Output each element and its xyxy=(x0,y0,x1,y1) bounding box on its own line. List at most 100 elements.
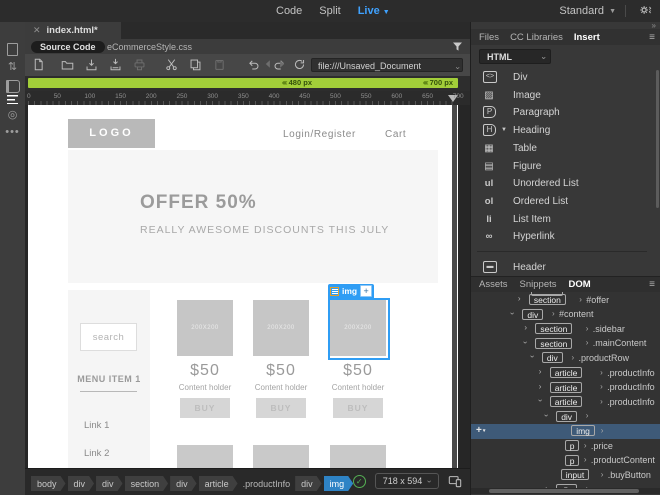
insert-item-heading[interactable]: H ▼ Heading xyxy=(471,123,653,140)
new-document-icon[interactable] xyxy=(32,58,45,71)
panel-menu-icon[interactable]: ≡ xyxy=(649,32,655,43)
insert-item-header[interactable]: ▬ Header xyxy=(471,260,653,277)
dom-node-input-buyButton[interactable]: input › .buyButton xyxy=(471,468,660,483)
scrollbar-thumb[interactable] xyxy=(489,489,639,493)
expand-arrow-icon[interactable]: › xyxy=(524,323,527,332)
sidebar-link-1[interactable]: Link 1 xyxy=(84,420,109,431)
tab-snippets[interactable]: Snippets xyxy=(520,279,557,290)
dom-node-section-mainContent[interactable]: › section › .mainContent xyxy=(471,337,660,352)
cart-link[interactable]: Cart xyxy=(385,129,406,140)
tag-selector-article[interactable]: article xyxy=(199,476,238,491)
insert-item-list-item[interactable]: li List Item xyxy=(471,212,653,229)
code-view-button[interactable]: Code xyxy=(276,5,302,17)
save-all-icon[interactable] xyxy=(109,58,122,71)
live-dropdown-icon[interactable]: ▼ xyxy=(383,9,390,16)
preview-in-device-icon[interactable] xyxy=(448,474,462,488)
tab-assets[interactable]: Assets xyxy=(479,279,508,290)
dom-horizontal-scrollbar[interactable] xyxy=(471,488,660,494)
tab-cc-libraries[interactable]: CC Libraries xyxy=(510,32,563,43)
media-query-track[interactable]: ‹‹‹‹‹‹ 480 px ‹‹‹‹‹‹ 700 px xyxy=(28,78,458,88)
insert-item-paragraph[interactable]: P Paragraph xyxy=(471,105,653,122)
product-image-placeholder[interactable]: 200X200 xyxy=(177,300,233,356)
close-tab-icon[interactable]: ✕ xyxy=(33,25,41,36)
dom-node-article-productInfo[interactable]: › article › .productInfo xyxy=(471,381,660,396)
dom-node-div-content[interactable]: › div › #content xyxy=(471,308,660,323)
buy-button[interactable]: BUY xyxy=(180,398,230,418)
dom-node-img[interactable]: + img › xyxy=(471,424,660,439)
tag-selector-img[interactable]: img xyxy=(324,476,354,491)
dom-node-section-sidebar[interactable]: › section › .sidebar xyxy=(471,322,660,337)
tag-selector-div[interactable]: div xyxy=(295,476,322,491)
dom-node-article-productInfo[interactable]: › article › .productInfo xyxy=(471,395,660,410)
insert-item-ordered-list[interactable]: ol Ordered List xyxy=(471,194,653,211)
insert-item-image[interactable]: ▨ Image xyxy=(471,88,653,105)
tag-selector-section[interactable]: section xyxy=(125,476,169,491)
source-code-button[interactable]: Source Code xyxy=(31,40,105,53)
url-field[interactable]: file:///Unsaved_Document › xyxy=(311,57,465,72)
collapse-arrow-icon[interactable]: › xyxy=(508,312,517,315)
product-image-placeholder[interactable]: 200X200 xyxy=(330,300,386,356)
tag-selector-div[interactable]: div xyxy=(170,476,197,491)
customize-toolbar-icon[interactable]: ••• xyxy=(0,126,25,138)
insert-item-table[interactable]: ▦ Table xyxy=(471,141,653,158)
refresh-icon[interactable] xyxy=(293,58,306,71)
split-view-button[interactable]: Split xyxy=(319,5,340,17)
expand-arrow-icon[interactable]: › xyxy=(539,382,542,391)
panel-menu-icon[interactable]: ≡ xyxy=(649,279,655,290)
sync-settings-button[interactable] xyxy=(638,3,652,17)
panel-scrollbar[interactable] xyxy=(656,70,659,208)
dom-node-p-productContent[interactable]: p › .productContent xyxy=(471,454,660,469)
dom-node-div-productRow[interactable]: › div › .productRow xyxy=(471,351,660,366)
breakpoint-700[interactable]: ‹‹‹‹‹‹ 700 px xyxy=(423,78,456,88)
live-view-button[interactable]: Live ▼ xyxy=(358,5,390,17)
page-logo[interactable]: LOGO xyxy=(68,119,155,148)
cut-icon[interactable] xyxy=(165,58,178,71)
collapse-arrow-icon[interactable]: › xyxy=(536,399,545,402)
viewport-size-selector[interactable]: 718 x 594 › xyxy=(374,473,439,489)
tag-selector-body[interactable]: body xyxy=(31,476,66,491)
dom-node-article-productInfo[interactable]: › article › .productInfo xyxy=(471,366,660,381)
product-image-placeholder[interactable]: 200X200 xyxy=(253,300,309,356)
linting-icon[interactable] xyxy=(0,80,25,96)
tab-files[interactable]: Files xyxy=(479,32,499,43)
undo-icon[interactable] xyxy=(247,58,260,71)
expand-arrow-icon[interactable]: › xyxy=(518,294,521,303)
insert-category-select[interactable]: HTML › xyxy=(479,49,551,64)
element-display-label[interactable]: img + xyxy=(328,284,375,298)
chevron-down-icon[interactable]: ▼ xyxy=(501,127,507,133)
chevron-down-icon[interactable]: › xyxy=(451,66,465,69)
search-input[interactable] xyxy=(80,323,137,351)
workspace-switcher[interactable]: Standard ▼ xyxy=(559,0,616,22)
collapse-arrow-icon[interactable]: › xyxy=(528,356,537,359)
related-css-file[interactable]: eCommerceStyle.css xyxy=(107,42,192,52)
element-menu-icon[interactable] xyxy=(330,286,339,296)
inspect-mode-icon[interactable]: ◎ xyxy=(0,108,25,121)
expand-arrow-icon[interactable]: › xyxy=(539,367,542,376)
filter-icon[interactable] xyxy=(451,40,464,53)
sidebar-link-2[interactable]: Link 2 xyxy=(84,448,109,459)
no-errors-icon[interactable]: ✓ xyxy=(352,474,366,488)
collapse-arrow-icon[interactable]: › xyxy=(542,414,551,417)
tab-insert[interactable]: Insert xyxy=(574,32,600,43)
insert-item-unordered-list[interactable]: ul Unordered List xyxy=(471,176,653,193)
add-element-icon[interactable]: + xyxy=(360,285,373,297)
outline-list-icon[interactable] xyxy=(0,95,25,107)
tab-dom[interactable]: DOM xyxy=(569,279,591,290)
insert-item-figure[interactable]: ▤ Figure xyxy=(471,159,653,176)
tag-selector-div[interactable]: div xyxy=(68,476,95,491)
open-file-icon[interactable] xyxy=(61,58,74,71)
dom-node-section-offer[interactable]: › section › #offer xyxy=(471,293,660,308)
document-tab[interactable]: ✕ index.html* xyxy=(25,22,121,39)
buy-button[interactable]: BUY xyxy=(333,398,383,418)
tag-selector-div[interactable]: div xyxy=(96,476,123,491)
breakpoint-480[interactable]: ‹‹‹‹‹‹ 480 px xyxy=(282,78,315,88)
collapse-arrow-icon[interactable]: › xyxy=(521,341,530,344)
canvas-scrollbar[interactable] xyxy=(452,105,457,468)
tag-selector-productInfo[interactable]: .productInfo xyxy=(240,476,294,491)
copy-icon[interactable] xyxy=(189,58,202,71)
login-register-link[interactable]: Login/Register xyxy=(283,129,356,140)
file-management-icon[interactable]: ⇅ xyxy=(0,60,25,73)
insert-item-hyperlink[interactable]: ∞ Hyperlink xyxy=(471,229,653,246)
add-element-icon[interactable]: + xyxy=(476,425,484,436)
open-documents-icon[interactable] xyxy=(0,43,25,59)
